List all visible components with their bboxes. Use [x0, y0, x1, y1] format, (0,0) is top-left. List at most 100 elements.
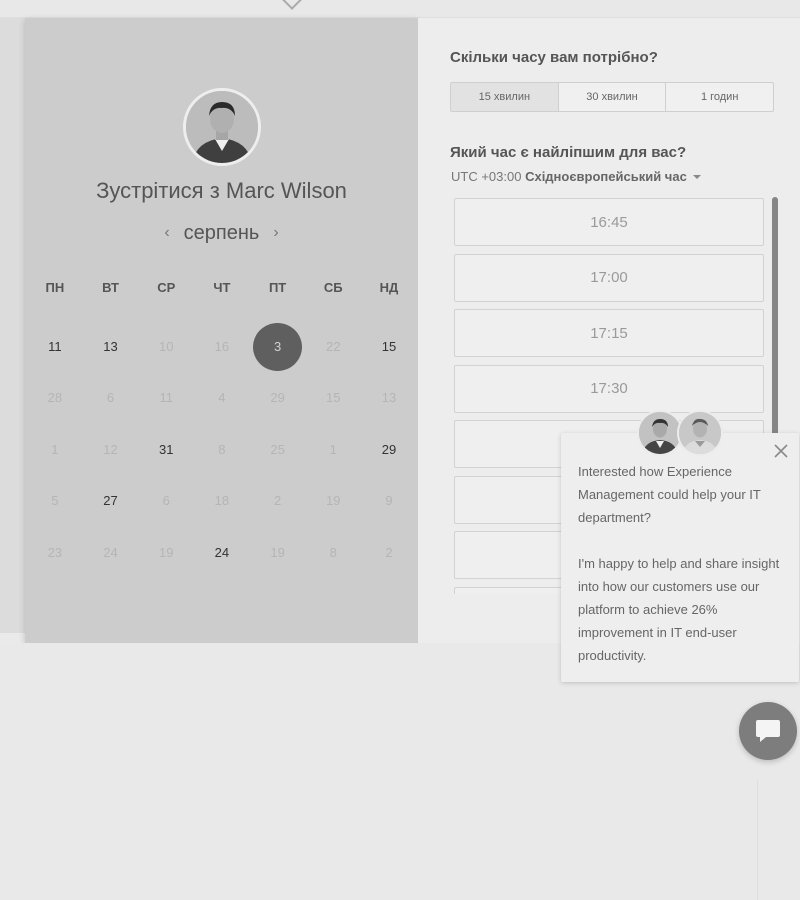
day-number: 11	[159, 390, 173, 406]
weekday-label: ВТ	[102, 280, 119, 295]
calendar-week: 11 13 10 16 3 22 15	[27, 321, 417, 373]
day-number: 15	[381, 338, 397, 354]
day-number: 19	[270, 544, 285, 560]
calendar-week: 5 27 6 18 2 19 9	[27, 476, 417, 528]
day-number: 25	[270, 441, 285, 457]
day-number: 28	[47, 390, 63, 406]
duration-option-30[interactable]: 30 хвилин	[559, 83, 667, 111]
calendar-day: 1	[27, 426, 83, 474]
calendar-day[interactable]: 13	[83, 323, 139, 371]
calendar-day: 24	[83, 529, 139, 577]
chat-message-text: Interested how Experience Management cou…	[578, 460, 788, 667]
calendar-day: 2	[361, 529, 417, 577]
close-icon[interactable]	[773, 443, 789, 459]
day-number: 31	[158, 441, 174, 457]
meeting-title: Зустрітися з Marc Wilson	[96, 178, 347, 203]
calendar-week: 28 6 11 4 29 15 13	[27, 373, 417, 425]
calendar-day: 25	[250, 426, 306, 474]
time-slot-button[interactable]: 17:30	[454, 364, 764, 413]
duration-option-15[interactable]: 15 хвилин	[451, 83, 559, 111]
day-number: 6	[162, 493, 170, 509]
chat-launcher-button[interactable]	[739, 702, 797, 760]
calendar-day: 28	[27, 374, 83, 422]
day-number: 24	[214, 544, 230, 560]
duration-selector: 15 хвилин 30 хвилин 1 годин	[450, 82, 774, 112]
time-slot-scrollbar[interactable]	[772, 197, 778, 437]
weekday-label: СБ	[323, 280, 343, 295]
weekday-label: СР	[157, 280, 176, 295]
caret-down-icon	[692, 175, 701, 179]
calendar-day: 11	[138, 374, 194, 422]
day-number: 23	[47, 544, 63, 560]
timezone-name: Східноєвропейський час	[525, 169, 687, 184]
day-number: 9	[385, 493, 393, 509]
calendar-day: 8	[305, 529, 361, 577]
time-slot-button[interactable]: 16:45	[454, 198, 764, 246]
day-number: 12	[103, 441, 118, 457]
calendar-day: 19	[250, 529, 306, 577]
day-number: 29	[270, 390, 285, 406]
calendar-day[interactable]: 11	[27, 323, 83, 371]
calendar-day: 10	[138, 323, 194, 371]
host-avatar	[183, 88, 261, 166]
day-number: 13	[381, 390, 397, 406]
month-label: серпень	[183, 222, 260, 244]
day-number: 1	[51, 441, 59, 457]
calendar-day[interactable]: 15	[361, 323, 417, 371]
calendar-day: 15	[305, 374, 361, 422]
calendar-day[interactable]: 31	[138, 426, 194, 474]
day-number: 29	[381, 441, 397, 457]
time-slot-button[interactable]: 17:00	[454, 253, 764, 302]
calendar-day[interactable]: 29	[361, 426, 417, 474]
next-month-chevron-icon[interactable]: ›	[273, 224, 278, 242]
calendar-day: 19	[305, 477, 361, 525]
calendar-day: 4	[194, 374, 250, 422]
calendar-day: 16	[194, 323, 250, 371]
day-number: 6	[106, 390, 115, 406]
chat-message-popup: Interested how Experience Management cou…	[561, 433, 799, 682]
calendar-day: 18	[194, 477, 250, 525]
weekday-label: ЧТ	[213, 280, 231, 295]
calendar-day: 5	[27, 477, 83, 525]
chat-paragraph: I'm happy to help and share insight into…	[578, 556, 780, 663]
weekday-label: ПН	[45, 280, 65, 295]
chevron-icon	[282, 0, 302, 10]
calendar-day: 12	[83, 426, 139, 474]
calendar-day[interactable]: 27	[83, 477, 139, 525]
calendar-day: 6	[83, 374, 139, 422]
calendar-day: 22	[305, 323, 361, 371]
scheduler-calendar-panel: Зустрітися з Marc Wilson ‹ серпень › ПН ВТ С…	[25, 18, 418, 643]
time-question: Який час є найліпшим для вас?	[450, 144, 687, 161]
day-number: 19	[326, 493, 341, 509]
duration-option-60[interactable]: 1 годин	[666, 83, 773, 111]
calendar-grid: ПН ВТ СР ЧТ ПТ СБ НД 11 13 10 16 3 22 15 28 6 11 4 29 15 13…	[27, 280, 417, 579]
day-number: 5	[51, 493, 59, 509]
calendar-day: 9	[361, 477, 417, 525]
chat-agents	[637, 410, 723, 456]
weekday-label: ПТ	[268, 280, 287, 295]
timezone-offset: UTC +03:00	[451, 169, 522, 184]
calendar-day[interactable]: 24	[194, 529, 250, 577]
calendar-day-selected[interactable]: 3	[250, 322, 306, 371]
month-navigator: ‹ серпень ›	[25, 222, 418, 245]
day-number: 16	[214, 338, 230, 354]
day-number: 11	[48, 338, 62, 354]
day-number: 13	[103, 338, 118, 354]
agent-avatar	[677, 410, 723, 456]
calendar-day: 1	[305, 426, 361, 474]
timezone-selector[interactable]: UTC +03:00 Східноєвропейський час	[451, 169, 701, 184]
day-number: 19	[158, 544, 174, 560]
calendar-week: 23 24 19 24 19 8 2	[27, 527, 417, 579]
weekday-header: ПН ВТ СР ЧТ ПТ СБ НД	[27, 280, 417, 298]
calendar-day: 6	[138, 477, 194, 525]
left-edge	[0, 18, 25, 633]
prev-month-chevron-icon[interactable]: ‹	[164, 224, 169, 242]
day-number: 1	[329, 441, 337, 457]
duration-question: Скільки часу вам потрібно?	[450, 49, 658, 66]
chat-paragraph: Interested how Experience Management cou…	[578, 464, 761, 525]
chat-bubble-icon	[756, 720, 780, 742]
day-number: 18	[214, 493, 230, 509]
time-slot-button[interactable]: 17:15	[454, 309, 764, 357]
day-number: 24	[103, 544, 118, 560]
day-number: 3	[273, 338, 282, 354]
